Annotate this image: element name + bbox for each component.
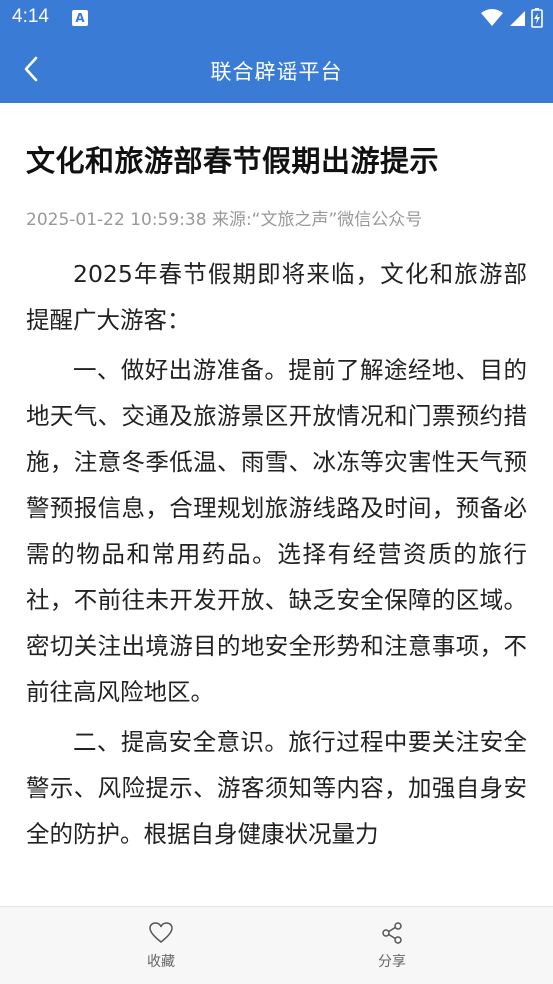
article-paragraph: 二、提高安全意识。旅行过程中要关注安全警示、风险提示、游客须知等内容，加强自身安…: [26, 728, 527, 848]
status-bar: 4:14 A: [0, 0, 553, 36]
app-notification-icon: A: [72, 10, 88, 26]
article-paragraph: 一、做好出游准备。提前了解途经地、目的地天气、交通及旅游景区开放情况和门票预约措…: [26, 356, 527, 706]
share-button[interactable]: 分享: [342, 921, 442, 971]
status-time: 4:14: [12, 6, 49, 27]
app-bar: 联合辟谣平台: [0, 36, 553, 103]
wifi-icon: [480, 8, 503, 26]
heart-icon: [149, 922, 173, 943]
article-title: 文化和旅游部春节假期出游提示: [26, 144, 440, 178]
status-icons: [480, 7, 543, 29]
page-title: 联合辟谣平台: [210, 60, 343, 84]
article-meta: 2025-01-22 10:59:38 来源:“文旅之声”微信公众号: [26, 210, 423, 230]
article-content[interactable]: 文化和旅游部春节假期出游提示 2025-01-22 10:59:38 来源:“文…: [0, 103, 553, 906]
share-label: 分享: [378, 954, 406, 970]
favorite-label: 收藏: [147, 954, 175, 970]
battery-icon: [531, 7, 543, 28]
favorite-button[interactable]: 收藏: [111, 921, 211, 971]
bottom-action-bar: 收藏 分享: [0, 906, 553, 984]
signal-icon: [509, 10, 525, 26]
article-body: 2025年春节假期即将来临，文化和旅游部提醒广大游客： 一、做好出游准备。提前了…: [26, 251, 527, 857]
article-paragraph: 2025年春节假期即将来临，文化和旅游部提醒广大游客：: [26, 260, 527, 334]
share-icon: [382, 922, 402, 944]
